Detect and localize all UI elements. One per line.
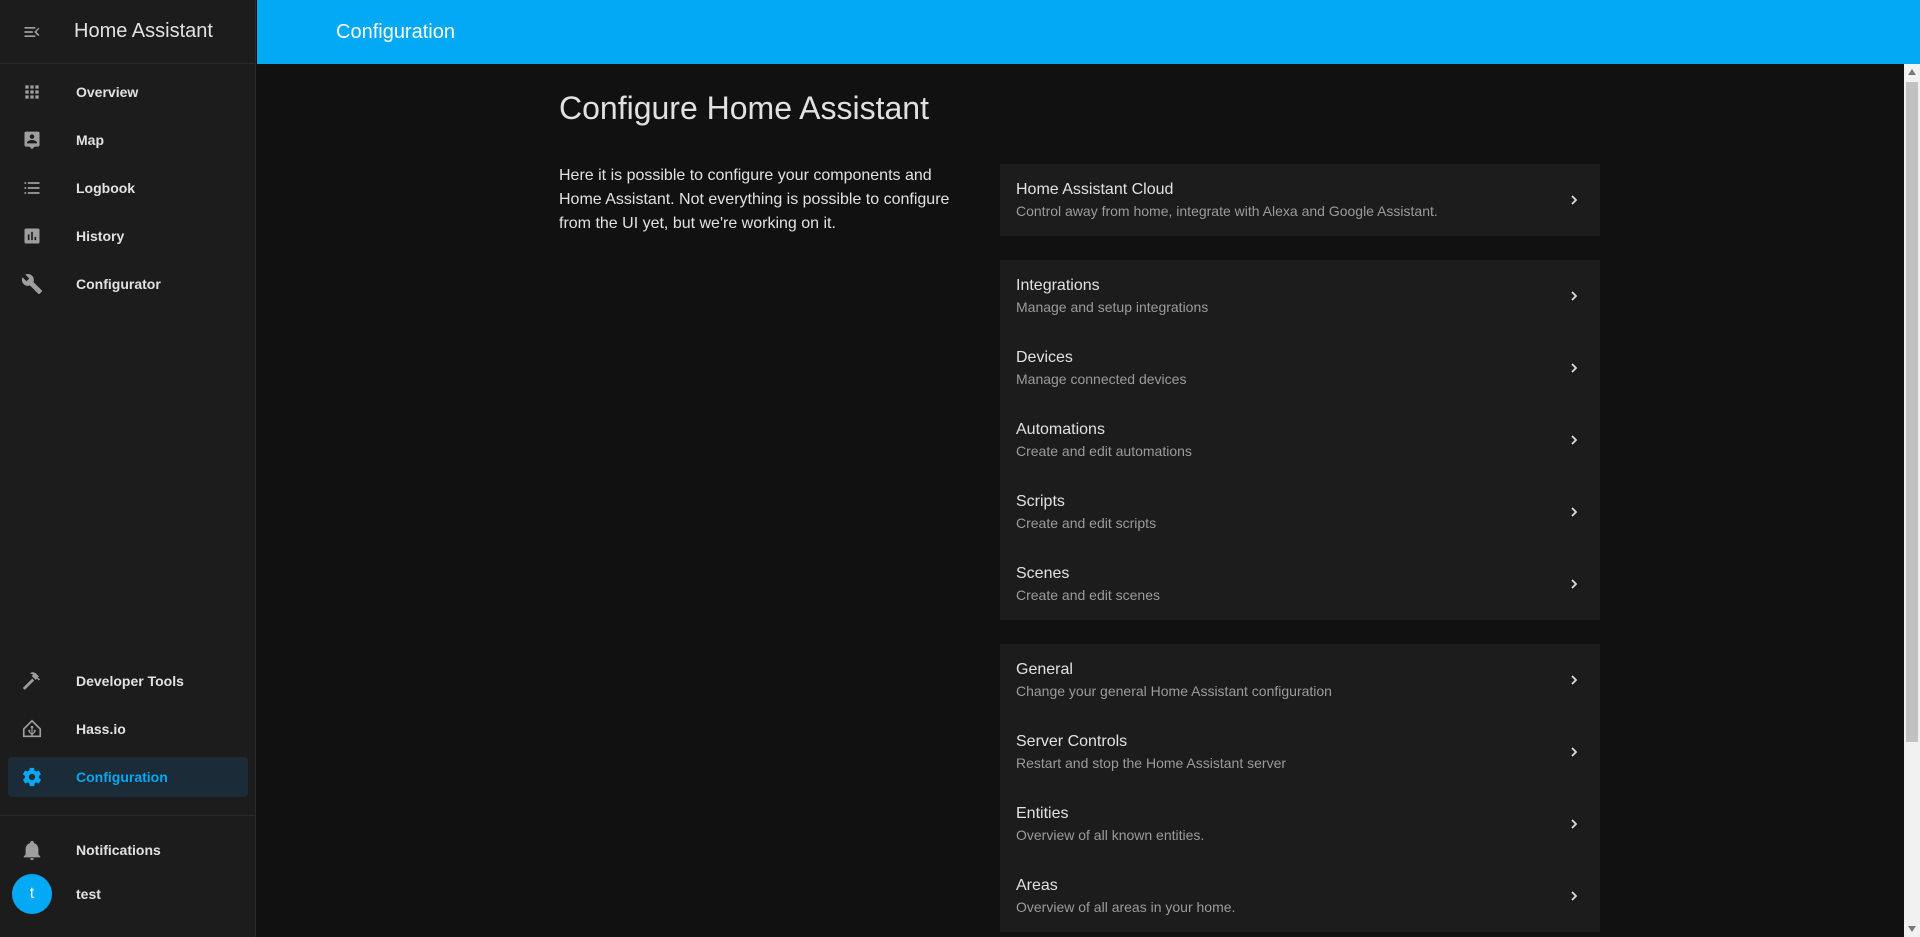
- scroll-down-arrow-icon[interactable]: [1904, 921, 1920, 937]
- page-heading: Configure Home Assistant: [559, 90, 929, 126]
- sidebar-item-user[interactable]: t test: [8, 874, 248, 914]
- vertical-scrollbar[interactable]: [1904, 64, 1920, 937]
- main-content: Configure Home Assistant Here it is poss…: [257, 64, 1904, 937]
- row-title: Devices: [1016, 349, 1073, 366]
- chevron-right-icon: [1566, 360, 1582, 376]
- row-subtitle: Overview of all known entities.: [1016, 827, 1205, 843]
- avatar-wrapper: t: [8, 874, 56, 914]
- sidebar-item-overview[interactable]: Overview: [8, 72, 248, 112]
- config-row-automations[interactable]: Automations Create and edit automations: [1000, 404, 1600, 476]
- menu-toggle-button[interactable]: [0, 0, 64, 64]
- sidebar-divider: [0, 815, 256, 816]
- grid-icon: [8, 72, 56, 112]
- sidebar-item-map[interactable]: Map: [8, 120, 248, 160]
- row-title: Entities: [1016, 805, 1069, 822]
- config-row-general[interactable]: General Change your general Home Assista…: [1000, 644, 1600, 716]
- automation-card: Integrations Manage and setup integratio…: [1000, 260, 1600, 620]
- row-subtitle: Create and edit automations: [1016, 443, 1192, 459]
- sidebar-item-label: Hass.io: [76, 721, 126, 737]
- user-name: test: [76, 886, 101, 902]
- row-title: General: [1016, 661, 1073, 678]
- row-subtitle: Control away from home, integrate with A…: [1016, 203, 1438, 219]
- bell-icon: [8, 830, 56, 870]
- config-row-devices[interactable]: Devices Manage connected devices: [1000, 332, 1600, 404]
- sidebar-item-label: Configuration: [76, 769, 168, 785]
- gear-icon: [8, 757, 56, 797]
- row-title: Server Controls: [1016, 733, 1128, 750]
- config-row-scenes[interactable]: Scenes Create and edit scenes: [1000, 548, 1600, 620]
- chevron-right-icon: [1566, 576, 1582, 592]
- sidebar-item-label: History: [76, 228, 125, 244]
- chart-box-icon: [8, 216, 56, 256]
- chevron-right-icon: [1566, 888, 1582, 904]
- sidebar-item-label: Developer Tools: [76, 673, 184, 689]
- sidebar-item-label: Map: [76, 132, 104, 148]
- map-account-icon: [8, 120, 56, 160]
- sidebar-item-notifications[interactable]: Notifications: [8, 830, 248, 870]
- config-row-integrations[interactable]: Integrations Manage and setup integratio…: [1000, 260, 1600, 332]
- chevron-right-icon: [1566, 504, 1582, 520]
- chevron-right-icon: [1566, 288, 1582, 304]
- chevron-right-icon: [1566, 432, 1582, 448]
- sidebar-item-history[interactable]: History: [8, 216, 248, 256]
- row-title: Scripts: [1016, 493, 1065, 510]
- app-toolbar: Configuration: [257, 0, 1920, 64]
- row-subtitle: Manage and setup integrations: [1016, 299, 1209, 315]
- sidebar-item-configurator[interactable]: Configurator: [8, 264, 248, 304]
- scroll-up-arrow-icon[interactable]: [1904, 64, 1920, 80]
- sidebar-item-label: Logbook: [76, 180, 136, 196]
- row-title: Integrations: [1016, 277, 1100, 294]
- scrollbar-thumb[interactable]: [1906, 82, 1918, 742]
- sidebar-header: Home Assistant: [0, 0, 255, 64]
- sidebar-title: Home Assistant: [74, 20, 213, 42]
- avatar: t: [12, 874, 52, 914]
- menu-collapse-icon: [24, 26, 40, 37]
- config-row-server-controls[interactable]: Server Controls Restart and stop the Hom…: [1000, 716, 1600, 788]
- hammer-icon: [8, 661, 56, 701]
- sidebar-item-label: Configurator: [76, 276, 161, 292]
- row-title: Home Assistant Cloud: [1016, 181, 1174, 198]
- config-row-scripts[interactable]: Scripts Create and edit scripts: [1000, 476, 1600, 548]
- sidebar-item-label: Overview: [76, 84, 139, 100]
- system-card: General Change your general Home Assista…: [1000, 644, 1600, 932]
- chevron-right-icon: [1566, 192, 1582, 208]
- row-subtitle: Create and edit scenes: [1016, 587, 1160, 603]
- home-assistant-icon: [8, 709, 56, 749]
- config-row-cloud[interactable]: Home Assistant Cloud Control away from h…: [1000, 164, 1600, 236]
- row-subtitle: Manage connected devices: [1016, 371, 1187, 387]
- sidebar-item-developer-tools[interactable]: Developer Tools: [8, 661, 248, 701]
- page-title: Configuration: [336, 20, 455, 43]
- row-subtitle: Restart and stop the Home Assistant serv…: [1016, 755, 1287, 771]
- intro-text: Here it is possible to configure your co…: [559, 167, 950, 232]
- row-subtitle: Change your general Home Assistant confi…: [1016, 683, 1332, 699]
- list-icon: [8, 168, 56, 208]
- row-subtitle: Overview of all areas in your home.: [1016, 899, 1236, 915]
- wrench-icon: [8, 264, 56, 304]
- chevron-right-icon: [1566, 672, 1582, 688]
- sidebar-item-configuration[interactable]: Configuration: [8, 757, 248, 797]
- chevron-right-icon: [1566, 816, 1582, 832]
- row-title: Areas: [1016, 877, 1058, 894]
- config-row-areas[interactable]: Areas Overview of all areas in your home…: [1000, 860, 1600, 932]
- sidebar-item-hassio[interactable]: Hass.io: [8, 709, 248, 749]
- sidebar-item-label: Notifications: [76, 842, 161, 858]
- cloud-card: Home Assistant Cloud Control away from h…: [1000, 164, 1600, 236]
- sidebar-item-logbook[interactable]: Logbook: [8, 168, 248, 208]
- config-row-entities[interactable]: Entities Overview of all known entities.: [1000, 788, 1600, 860]
- chevron-right-icon: [1566, 744, 1582, 760]
- row-subtitle: Create and edit scripts: [1016, 515, 1157, 531]
- row-title: Automations: [1016, 421, 1105, 438]
- row-title: Scenes: [1016, 565, 1070, 582]
- sidebar: Home Assistant Overview Map Logbook Hist…: [0, 0, 256, 937]
